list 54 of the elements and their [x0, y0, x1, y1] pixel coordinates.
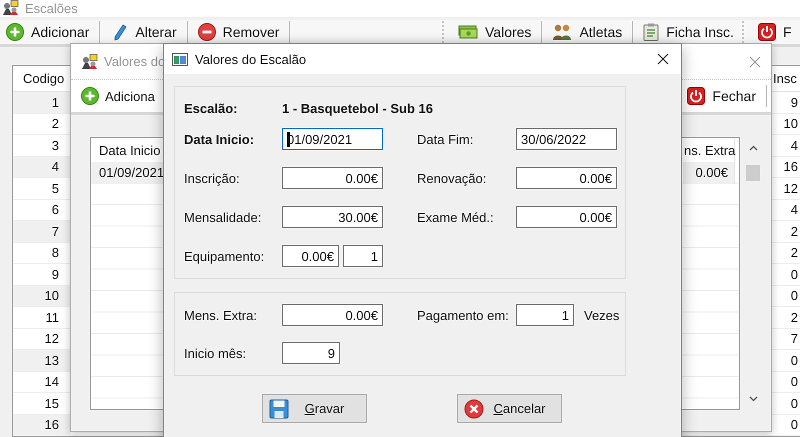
- add-icon: [6, 22, 24, 41]
- table-cell: 10: [13, 286, 71, 307]
- field-label: Mens. Extra:: [184, 308, 258, 322]
- date-field[interactable]: 30/06/2022: [516, 128, 617, 150]
- cancel-icon: [464, 398, 484, 418]
- amount-field[interactable]: 0.00€: [282, 304, 383, 326]
- amount-field[interactable]: 0.00€: [516, 206, 617, 228]
- table-cell: 7: [13, 221, 71, 242]
- table-cell: 0.00€: [683, 162, 735, 184]
- field-label: Mensalidade:: [184, 210, 262, 224]
- banknotes-icon: [458, 24, 478, 40]
- toolbar-button[interactable]: Remover: [192, 20, 286, 44]
- cancel-button[interactable]: Cancelar: [457, 394, 562, 423]
- field-value: 1 - Basquetebol - Sub 16: [282, 100, 433, 116]
- clipboard-icon: [643, 22, 660, 41]
- amount-field[interactable]: 0.00€: [282, 245, 339, 267]
- number-field[interactable]: 9: [282, 342, 340, 364]
- amount-field[interactable]: 0.00€: [282, 167, 383, 189]
- app-icon: [2, 0, 19, 16]
- field-label: Pagamento em:: [417, 308, 510, 322]
- table-cell: 1: [13, 92, 71, 114]
- people-icon: [552, 22, 572, 41]
- amount-field[interactable]: 30.00€: [282, 206, 383, 228]
- table-cell: 01/09/2021: [91, 162, 164, 184]
- toolbar-button[interactable]: Atletas: [546, 20, 628, 44]
- add-icon: [81, 87, 99, 105]
- scrollbar-thumb[interactable]: [746, 165, 760, 181]
- close-icon[interactable]: [657, 53, 669, 65]
- window-icon: [172, 52, 188, 66]
- field-label: Renovação:: [417, 170, 488, 186]
- unit-label: Vezes: [584, 308, 620, 322]
- field-label: Equipamento:: [184, 248, 266, 264]
- field-label: Exame Méd.:: [417, 210, 495, 224]
- app-icon: [81, 54, 98, 70]
- toolbar-button[interactable]: Adiciona: [77, 82, 155, 110]
- field-label: Data Fim:: [417, 132, 474, 146]
- field-label: Escalão:: [184, 100, 238, 116]
- dialog-title: Valores do Escalão: [195, 52, 308, 66]
- remove-icon: [198, 22, 216, 41]
- field-label: Data Inicio:: [184, 132, 256, 146]
- window-title: Escalões: [25, 0, 78, 16]
- power-icon: [687, 87, 706, 105]
- field-label: Inicio mês:: [184, 346, 248, 360]
- table-cell: 13: [13, 350, 71, 372]
- quantity-field[interactable]: 1: [343, 245, 383, 267]
- field-label: Inscrição:: [184, 170, 241, 186]
- toolbar-button[interactable]: Fechar: [681, 82, 762, 110]
- toolbar-button[interactable]: Alterar: [104, 20, 183, 44]
- power-icon: [758, 22, 776, 41]
- table-cell: 4: [13, 156, 71, 178]
- save-button[interactable]: Gravar: [262, 394, 367, 423]
- table-cell: 16: [13, 414, 71, 436]
- number-field[interactable]: 1: [516, 304, 574, 326]
- amount-field[interactable]: 0.00€: [516, 167, 617, 189]
